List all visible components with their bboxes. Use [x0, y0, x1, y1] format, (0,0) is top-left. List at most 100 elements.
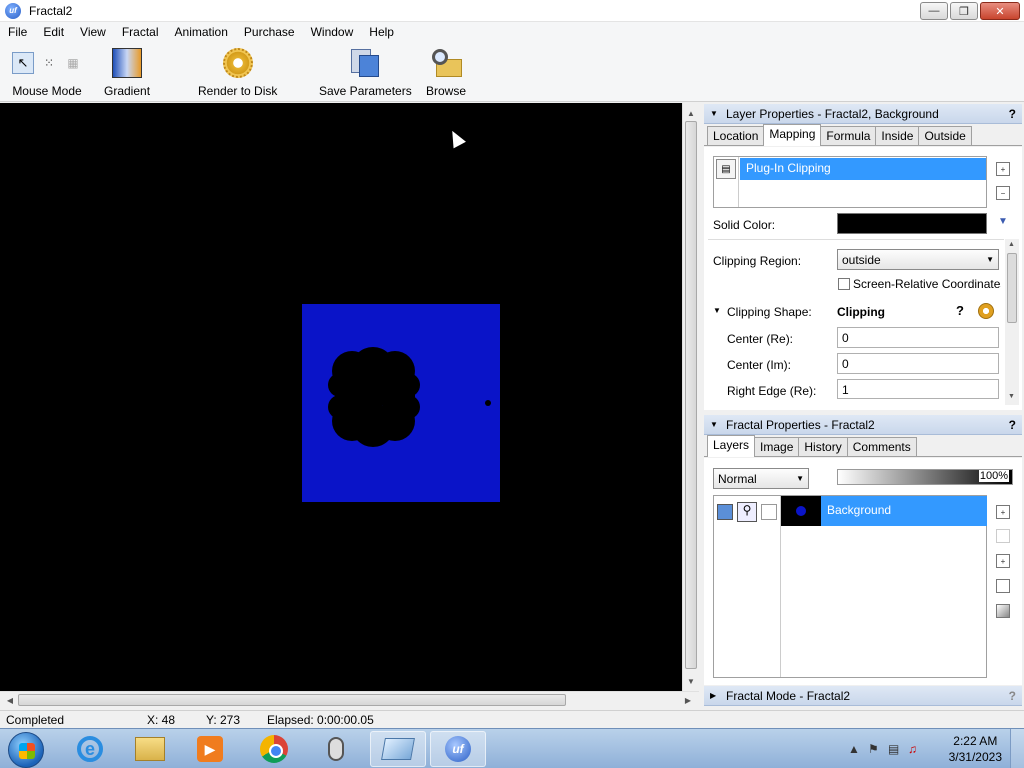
taskbar-clock[interactable]: 2:22 AM 3/31/2023 — [949, 733, 1002, 765]
show-hidden-icons-icon[interactable]: ▲ — [848, 742, 860, 756]
add-group-icon[interactable]: + — [996, 554, 1010, 568]
help-icon[interactable]: ? — [1009, 107, 1016, 121]
tab-formula[interactable]: Formula — [820, 126, 877, 145]
taskbar-mouse-app[interactable] — [308, 731, 364, 767]
center-re-input[interactable]: 0 — [837, 327, 999, 348]
menu-file[interactable]: File — [0, 22, 35, 42]
tab-inside[interactable]: Inside — [875, 126, 920, 145]
fractal-properties-header[interactable]: ▼ Fractal Properties - Fractal2 ? — [704, 415, 1022, 435]
properties-scroll-down-icon[interactable]: ▼ — [1008, 393, 1015, 400]
add-mapping-icon[interactable]: + — [996, 162, 1010, 176]
fractal-render — [302, 304, 500, 502]
expand-icon[interactable]: ▶ — [710, 691, 720, 700]
menu-help[interactable]: Help — [361, 22, 402, 42]
status-bar: Completed X: 48 Y: 273 Elapsed: 0:00:00.… — [0, 710, 1024, 728]
fractal-properties-title: Fractal Properties - Fractal2 — [726, 417, 875, 432]
mapping-list: ▤ Plug-In Clipping — [713, 156, 987, 208]
mask-layer-icon[interactable] — [996, 579, 1010, 593]
taskbar-chrome[interactable] — [246, 731, 302, 767]
canvas-horizontal-scrollbar[interactable]: ◀ ▶ — [0, 691, 699, 708]
properties-scroll-thumb[interactable] — [1007, 253, 1017, 323]
add-layer-icon[interactable]: + — [996, 505, 1010, 519]
scroll-down-icon[interactable]: ▼ — [683, 673, 699, 689]
gradient-button[interactable]: Gradient — [104, 46, 150, 98]
maximize-button[interactable]: ❐ — [950, 2, 978, 20]
show-desktop-button[interactable] — [1010, 729, 1024, 768]
render-label: Render to Disk — [198, 84, 278, 98]
layer-properties-header[interactable]: ▼ Layer Properties - Fractal2, Backgroun… — [704, 104, 1022, 124]
menu-view[interactable]: View — [72, 22, 114, 42]
clipping-region-select[interactable]: outside ▼ — [837, 249, 999, 270]
collapse-icon[interactable]: ▼ — [710, 109, 720, 118]
layer-item-background[interactable]: Background — [821, 496, 987, 526]
remove-mapping-icon[interactable]: − — [996, 186, 1010, 200]
opacity-slider[interactable]: 100% — [837, 469, 1013, 485]
delete-layer-icon[interactable] — [996, 604, 1010, 618]
volume-muted-icon[interactable]: ♫ — [908, 742, 917, 756]
layer-zoom-icon[interactable]: ⚲ — [737, 502, 757, 522]
layer-properties-panel: ▼ Layer Properties - Fractal2, Backgroun… — [704, 104, 1022, 410]
tab-layers[interactable]: Layers — [707, 435, 756, 457]
menu-purchase[interactable]: Purchase — [236, 22, 303, 42]
network-icon[interactable]: ▤ — [888, 742, 899, 756]
scroll-left-icon[interactable]: ◀ — [2, 692, 18, 708]
gradient-label: Gradient — [104, 84, 151, 98]
mouse-icon — [328, 737, 344, 761]
canvas-vertical-scrollbar[interactable]: ▲ ▼ — [682, 103, 699, 691]
screen-relative-checkbox[interactable] — [838, 278, 850, 290]
menu-animation[interactable]: Animation — [167, 22, 236, 42]
taskbar-explorer[interactable] — [122, 731, 178, 767]
help-icon[interactable]: ? — [1009, 689, 1016, 703]
select-arrow-icon[interactable]: ↖ — [12, 52, 34, 74]
taskbar-media-player[interactable]: ▶ — [182, 731, 238, 767]
properties-scroll-up-icon[interactable]: ▲ — [1008, 241, 1015, 248]
center-im-input[interactable]: 0 — [837, 353, 999, 374]
tab-history[interactable]: History — [798, 437, 848, 456]
color-dropdown-icon[interactable]: ▼ — [998, 216, 1008, 227]
solid-color-swatch[interactable] — [837, 213, 987, 234]
plugin-clipping-item[interactable]: Plug-In Clipping — [740, 158, 986, 180]
taskbar-internet-explorer[interactable]: e — [62, 731, 118, 767]
browse-button[interactable]: Browse — [426, 46, 466, 98]
chevron-down-icon: ▼ — [986, 255, 994, 264]
tab-location[interactable]: Location — [707, 126, 765, 145]
action-center-flag-icon[interactable]: ⚑ — [868, 742, 879, 756]
plugin-clipping-icon: ▤ — [716, 159, 736, 179]
save-parameters-button[interactable]: Save Parameters — [319, 46, 412, 98]
layer-lock-icon[interactable] — [761, 504, 777, 520]
select-points-icon[interactable]: ⁙ — [40, 54, 58, 72]
properties-scrollbar[interactable]: ▲ ▼ — [1005, 239, 1019, 405]
close-button[interactable]: ✕ — [980, 2, 1020, 20]
tab-comments[interactable]: Comments — [846, 437, 917, 456]
tab-image[interactable]: Image — [754, 437, 800, 456]
render-to-disk-button[interactable]: Render to Disk — [198, 46, 277, 98]
right-edge-input[interactable]: 1 — [837, 379, 999, 399]
collapse-icon[interactable]: ▼ — [710, 420, 720, 429]
blend-mode-value: Normal — [718, 472, 757, 486]
blend-mode-select[interactable]: Normal ▼ — [713, 468, 809, 489]
fractal-mode-header[interactable]: ▶ Fractal Mode - Fractal2 ? — [704, 686, 1022, 706]
taskbar-notepad[interactable] — [370, 731, 426, 767]
scroll-up-icon[interactable]: ▲ — [683, 105, 699, 121]
expand-shape-icon[interactable]: ▼ — [713, 306, 721, 315]
help-icon[interactable]: ? — [1009, 418, 1016, 432]
layer-visible-icon[interactable] — [717, 504, 733, 520]
app-icon[interactable]: uf — [5, 2, 21, 19]
shape-browse-icon[interactable] — [978, 303, 994, 319]
vertical-scroll-thumb[interactable] — [685, 121, 697, 669]
menu-window[interactable]: Window — [303, 22, 362, 42]
move-points-icon[interactable]: ▦ — [64, 54, 82, 72]
minimize-button[interactable]: — — [920, 2, 948, 20]
shape-help-icon[interactable]: ? — [956, 303, 964, 318]
internet-explorer-icon: e — [77, 736, 103, 762]
horizontal-scroll-thumb[interactable] — [18, 694, 566, 706]
taskbar-ultra-fractal[interactable]: uf — [430, 731, 486, 767]
fractal-canvas[interactable] — [0, 103, 682, 691]
tab-mapping[interactable]: Mapping — [763, 124, 822, 146]
duplicate-layer-icon[interactable] — [996, 529, 1010, 543]
menu-edit[interactable]: Edit — [35, 22, 72, 42]
scroll-right-icon[interactable]: ▶ — [680, 692, 696, 708]
menu-fractal[interactable]: Fractal — [114, 22, 167, 42]
tab-outside[interactable]: Outside — [918, 126, 972, 145]
start-button[interactable] — [8, 732, 44, 768]
